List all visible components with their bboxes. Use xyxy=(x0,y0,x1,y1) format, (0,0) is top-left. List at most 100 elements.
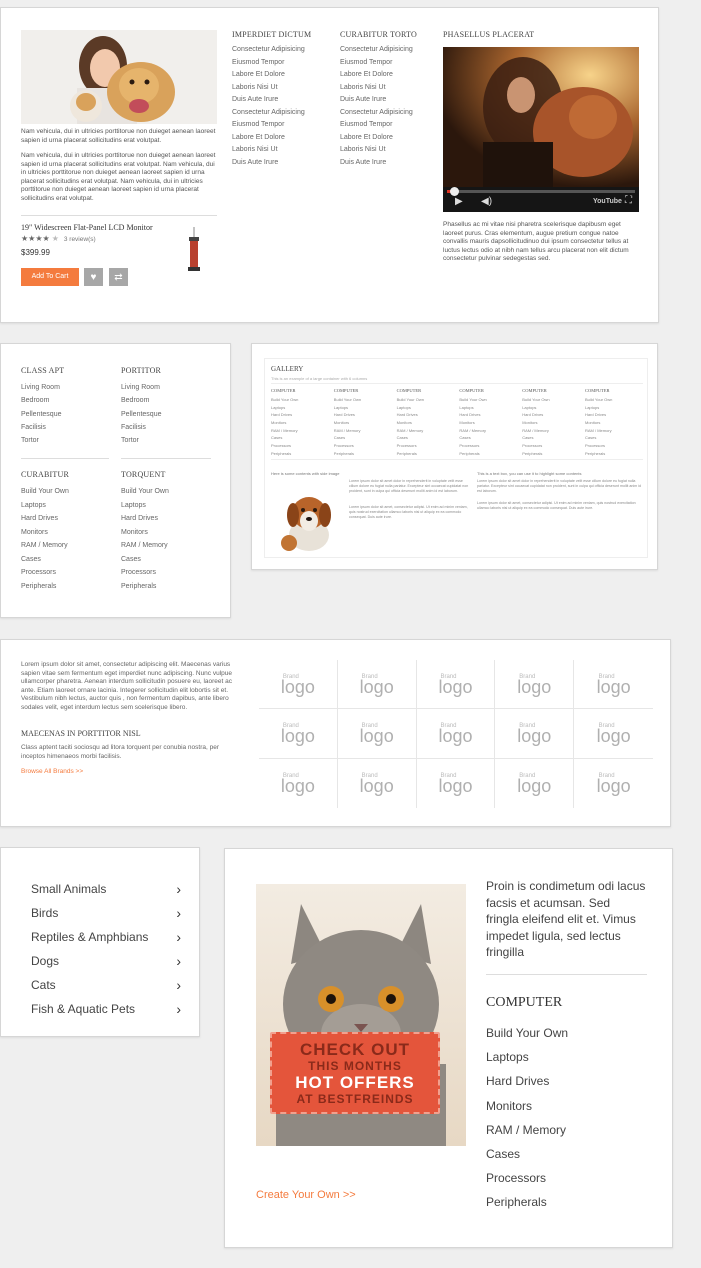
gallery-list-item[interactable]: Processors xyxy=(522,443,580,451)
list-item[interactable]: Duis Aute Irure xyxy=(232,159,305,172)
list-item[interactable]: Tortor xyxy=(21,437,61,450)
gallery-list-item[interactable]: Laptops xyxy=(459,405,517,413)
list-item[interactable]: Processors xyxy=(121,569,169,583)
list-item[interactable]: Cases xyxy=(121,556,169,570)
gallery-list-item[interactable]: Hard Drives xyxy=(334,412,392,420)
list-item[interactable]: Processors xyxy=(21,569,69,583)
product-thumbnail[interactable] xyxy=(181,227,207,277)
list-item[interactable]: Bedroom xyxy=(21,397,61,410)
gallery-list-item[interactable]: Peripherals xyxy=(459,451,517,459)
list-item[interactable]: Bedroom xyxy=(121,397,161,410)
gallery-list-item[interactable]: Processors xyxy=(271,443,329,451)
brand-logo[interactable]: Brand logo xyxy=(574,660,653,710)
list-item[interactable]: Laptops xyxy=(21,502,69,516)
list-item[interactable]: Eiusmod Tempor xyxy=(340,121,413,134)
gallery-list-item[interactable]: Monitors xyxy=(522,420,580,428)
list-item[interactable]: Laboris Nisi Ut xyxy=(232,146,305,159)
list-item[interactable]: Tortor xyxy=(121,437,161,450)
list-item[interactable]: Consectetur Adipisicing xyxy=(232,46,305,59)
list-item[interactable]: Eiusmod Tempor xyxy=(232,59,305,72)
list-item[interactable]: Hard Drives xyxy=(121,515,169,529)
list-item[interactable]: RAM / Memory xyxy=(486,1123,568,1147)
video-scrubber[interactable] xyxy=(450,187,459,196)
gallery-list-item[interactable]: Cases xyxy=(397,435,455,443)
gallery-list-item[interactable]: Monitors xyxy=(271,420,329,428)
gallery-list-item[interactable]: Build Your Own xyxy=(271,397,329,405)
create-your-own-link[interactable]: Create Your Own >> xyxy=(256,1189,356,1201)
list-item[interactable]: Duis Aute Irure xyxy=(232,96,305,109)
list-item[interactable]: Laboris Nisi Ut xyxy=(340,146,413,159)
gallery-list-item[interactable]: Hard Drives xyxy=(585,412,643,420)
list-item[interactable]: Hard Drives xyxy=(21,515,69,529)
volume-icon[interactable]: ◀) xyxy=(481,196,492,207)
gallery-list-item[interactable]: Peripherals xyxy=(397,451,455,459)
gallery-list-item[interactable]: Build Your Own xyxy=(522,397,580,405)
category-item[interactable]: Cats › xyxy=(31,973,181,997)
list-item[interactable]: Monitors xyxy=(21,529,69,543)
list-item[interactable]: Pellentesque xyxy=(21,411,61,424)
gallery-list-item[interactable]: Build Your Own xyxy=(334,397,392,405)
gallery-list-item[interactable]: Laptops xyxy=(522,405,580,413)
list-item[interactable]: Duis Aute Irure xyxy=(340,96,413,109)
gallery-list-item[interactable]: Monitors xyxy=(397,420,455,428)
play-icon[interactable]: ▶ xyxy=(455,196,463,207)
brand-logo[interactable]: Brand logo xyxy=(574,759,653,808)
browse-brands-link[interactable]: Browse All Brands >> xyxy=(21,768,83,775)
gallery-list-item[interactable]: Monitors xyxy=(585,420,643,428)
list-item[interactable]: Build Your Own xyxy=(21,488,69,502)
compare-button[interactable]: ⇄ xyxy=(109,268,128,286)
gallery-list-item[interactable]: Monitors xyxy=(334,420,392,428)
list-item[interactable]: Monitors xyxy=(121,529,169,543)
gallery-list-item[interactable]: Processors xyxy=(397,443,455,451)
brand-logo[interactable]: Brand logo xyxy=(416,709,496,759)
gallery-list-item[interactable]: RAM / Memory xyxy=(459,428,517,436)
brand-logo[interactable]: Brand logo xyxy=(259,709,338,759)
list-item[interactable]: Living Room xyxy=(21,384,61,397)
gallery-list-item[interactable]: Cases xyxy=(585,435,643,443)
category-item[interactable]: Small Animals › xyxy=(31,877,181,901)
gallery-list-item[interactable]: RAM / Memory xyxy=(397,428,455,436)
brand-logo[interactable]: Brand logo xyxy=(337,709,417,759)
list-item[interactable]: Laptops xyxy=(486,1050,568,1074)
wishlist-button[interactable]: ♥ xyxy=(84,268,103,286)
review-count[interactable]: 3 review(s) xyxy=(64,234,96,245)
brand-logo[interactable]: Brand logo xyxy=(495,758,575,808)
brand-logo[interactable]: Brand logo xyxy=(416,660,496,710)
gallery-list-item[interactable]: Processors xyxy=(585,443,643,451)
list-item[interactable]: Cases xyxy=(21,556,69,570)
gallery-list-item[interactable]: Peripherals xyxy=(522,451,580,459)
list-item[interactable]: Cases xyxy=(486,1147,568,1171)
list-item[interactable]: Hard Drives xyxy=(486,1074,568,1098)
brand-logo[interactable]: Brand logo xyxy=(259,758,338,808)
list-item[interactable]: Consectetur Adipisicing xyxy=(340,109,413,122)
brand-logo[interactable]: Brand logo xyxy=(495,709,575,759)
hot-offers-ticket[interactable]: CHECK OUT THIS MONTHS HOT OFFERS AT BEST… xyxy=(270,1032,440,1114)
gallery-list-item[interactable]: Laptops xyxy=(271,405,329,413)
gallery-list-item[interactable]: Cases xyxy=(271,435,329,443)
list-item[interactable]: Eiusmod Tempor xyxy=(232,121,305,134)
gallery-list-item[interactable]: RAM / Memory xyxy=(585,428,643,436)
video-player[interactable]: ▶ ◀) YouTube ⛶ xyxy=(443,47,639,212)
add-to-cart-button[interactable]: Add To Cart xyxy=(21,268,79,286)
brand-logo[interactable]: Brand logo xyxy=(417,758,496,808)
gallery-list-item[interactable]: Build Your Own xyxy=(459,397,517,405)
category-item[interactable]: Birds › xyxy=(31,901,181,925)
gallery-list-item[interactable]: Monitors xyxy=(459,420,517,428)
list-item[interactable]: Pellentesque xyxy=(121,411,161,424)
list-item[interactable]: Eiusmod Tempor xyxy=(340,59,413,72)
category-item[interactable]: Fish & Aquatic Pets › xyxy=(31,997,181,1021)
list-item[interactable]: Facilisis xyxy=(121,424,161,437)
list-item[interactable]: Consectetur Adipisicing xyxy=(232,109,305,122)
list-item[interactable]: Peripherals xyxy=(21,583,69,597)
video-progress-track[interactable] xyxy=(447,190,635,193)
gallery-list-item[interactable]: Hard Drives xyxy=(459,412,517,420)
gallery-list-item[interactable]: Laptops xyxy=(334,405,392,413)
gallery-list-item[interactable]: Hard Drives xyxy=(271,412,329,420)
list-item[interactable]: RAM / Memory xyxy=(21,542,69,556)
youtube-logo[interactable]: YouTube xyxy=(593,198,622,205)
list-item[interactable]: Labore Et Dolore xyxy=(340,134,413,147)
category-item[interactable]: Dogs › xyxy=(31,949,181,973)
list-item[interactable]: Duis Aute Irure xyxy=(340,159,413,172)
fullscreen-icon[interactable]: ⛶ xyxy=(625,195,632,206)
list-item[interactable]: Build Your Own xyxy=(486,1026,568,1050)
